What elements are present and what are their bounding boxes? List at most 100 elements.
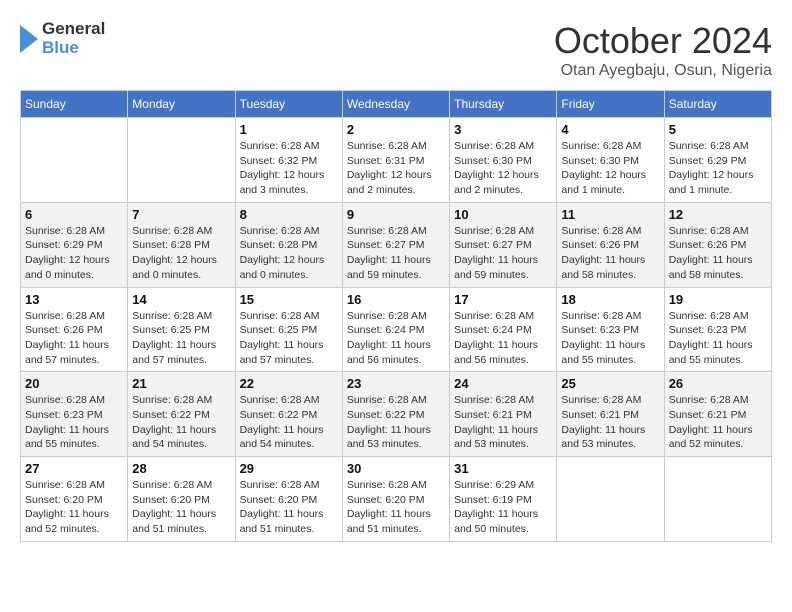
location-subtitle: Otan Ayegbaju, Osun, Nigeria (554, 62, 772, 80)
day-info: Sunrise: 6:28 AM Sunset: 6:26 PM Dayligh… (561, 224, 659, 283)
title-block: October 2024 Otan Ayegbaju, Osun, Nigeri… (554, 20, 772, 80)
day-number: 11 (561, 207, 659, 222)
day-number: 1 (240, 122, 338, 137)
calendar-cell: 31 Sunrise: 6:29 AM Sunset: 6:19 PM Dayli… (450, 457, 557, 542)
day-info: Sunrise: 6:28 AM Sunset: 6:29 PM Dayligh… (25, 224, 123, 283)
calendar-week-row: 20 Sunrise: 6:28 AM Sunset: 6:23 PM Dayli… (21, 372, 772, 457)
calendar-cell: 4 Sunrise: 6:28 AM Sunset: 6:30 PM Daylig… (557, 118, 664, 203)
day-number: 24 (454, 376, 552, 391)
day-number: 5 (669, 122, 767, 137)
calendar-cell: 13Sunrise: 6:28 AM Sunset: 6:26 PM Dayli… (21, 287, 128, 372)
calendar-cell: 14 Sunrise: 6:28 AM Sunset: 6:25 PM Dayli… (128, 287, 235, 372)
calendar-cell: 12 Sunrise: 6:28 AM Sunset: 6:26 PM Dayli… (664, 202, 771, 287)
day-info: Sunrise: 6:28 AM Sunset: 6:26 PM Dayligh… (669, 224, 767, 283)
day-info: Sunrise: 6:28 AM Sunset: 6:23 PM Dayligh… (561, 309, 659, 368)
calendar-week-row: 1 Sunrise: 6:28 AM Sunset: 6:32 PM Daylig… (21, 118, 772, 203)
day-number: 31 (454, 461, 552, 476)
logo-blue: Blue (42, 39, 105, 58)
day-number: 12 (669, 207, 767, 222)
calendar-cell: 18Sunrise: 6:28 AM Sunset: 6:23 PM Dayli… (557, 287, 664, 372)
day-number: 16 (347, 292, 445, 307)
day-info: Sunrise: 6:28 AM Sunset: 6:24 PM Dayligh… (347, 309, 445, 368)
calendar-cell: 2 Sunrise: 6:28 AM Sunset: 6:31 PM Daylig… (342, 118, 449, 203)
calendar-cell: 23Sunrise: 6:28 AM Sunset: 6:22 PM Dayli… (342, 372, 449, 457)
calendar-week-row: 27 Sunrise: 6:28 AM Sunset: 6:20 PM Dayli… (21, 457, 772, 542)
day-number: 30 (347, 461, 445, 476)
day-info: Sunrise: 6:28 AM Sunset: 6:25 PM Dayligh… (240, 309, 338, 368)
logo: General Blue (20, 20, 105, 57)
calendar-cell: 29Sunrise: 6:28 AM Sunset: 6:20 PM Dayli… (235, 457, 342, 542)
day-number: 19 (669, 292, 767, 307)
calendar-cell: 17 Sunrise: 6:28 AM Sunset: 6:24 PM Dayli… (450, 287, 557, 372)
calendar-cell: 21 Sunrise: 6:28 AM Sunset: 6:22 PM Dayli… (128, 372, 235, 457)
day-info: Sunrise: 6:28 AM Sunset: 6:26 PM Dayligh… (25, 309, 123, 368)
day-info: Sunrise: 6:28 AM Sunset: 6:22 PM Dayligh… (240, 393, 338, 452)
day-info: Sunrise: 6:29 AM Sunset: 6:19 PM Dayligh… (454, 478, 552, 537)
day-number: 15 (240, 292, 338, 307)
calendar-cell: 27 Sunrise: 6:28 AM Sunset: 6:20 PM Dayli… (21, 457, 128, 542)
day-number: 21 (132, 376, 230, 391)
calendar-cell: 9 Sunrise: 6:28 AM Sunset: 6:27 PM Daylig… (342, 202, 449, 287)
day-info: Sunrise: 6:28 AM Sunset: 6:24 PM Dayligh… (454, 309, 552, 368)
calendar-cell: 5 Sunrise: 6:28 AM Sunset: 6:29 PM Daylig… (664, 118, 771, 203)
calendar-cell (664, 457, 771, 542)
calendar-cell (128, 118, 235, 203)
calendar-cell: 7 Sunrise: 6:28 AM Sunset: 6:28 PM Daylig… (128, 202, 235, 287)
calendar-cell: 1 Sunrise: 6:28 AM Sunset: 6:32 PM Daylig… (235, 118, 342, 203)
day-number: 2 (347, 122, 445, 137)
day-info: Sunrise: 6:28 AM Sunset: 6:28 PM Dayligh… (132, 224, 230, 283)
day-number: 20 (25, 376, 123, 391)
calendar-cell (557, 457, 664, 542)
calendar-cell: 24Sunrise: 6:28 AM Sunset: 6:21 PM Dayli… (450, 372, 557, 457)
day-number: 3 (454, 122, 552, 137)
page-header: General Blue October 2024 Otan Ayegbaju,… (20, 20, 772, 80)
calendar-header-row: SundayMondayTuesdayWednesdayThursdayFrid… (21, 91, 772, 118)
calendar-cell (21, 118, 128, 203)
day-number: 9 (347, 207, 445, 222)
calendar-cell: 28Sunrise: 6:28 AM Sunset: 6:20 PM Dayli… (128, 457, 235, 542)
day-number: 4 (561, 122, 659, 137)
weekday-header-thursday: Thursday (450, 91, 557, 118)
day-number: 7 (132, 207, 230, 222)
calendar-cell: 25Sunrise: 6:28 AM Sunset: 6:21 PM Dayli… (557, 372, 664, 457)
calendar-cell: 26 Sunrise: 6:28 AM Sunset: 6:21 PM Dayli… (664, 372, 771, 457)
day-info: Sunrise: 6:28 AM Sunset: 6:21 PM Dayligh… (669, 393, 767, 452)
day-info: Sunrise: 6:28 AM Sunset: 6:27 PM Dayligh… (454, 224, 552, 283)
calendar-week-row: 6Sunrise: 6:28 AM Sunset: 6:29 PM Daylig… (21, 202, 772, 287)
day-info: Sunrise: 6:28 AM Sunset: 6:31 PM Dayligh… (347, 139, 445, 198)
day-info: Sunrise: 6:28 AM Sunset: 6:29 PM Dayligh… (669, 139, 767, 198)
logo-container: General Blue (20, 20, 105, 57)
calendar-cell: 10 Sunrise: 6:28 AM Sunset: 6:27 PM Dayli… (450, 202, 557, 287)
day-number: 10 (454, 207, 552, 222)
day-info: Sunrise: 6:28 AM Sunset: 6:20 PM Dayligh… (132, 478, 230, 537)
weekday-header-tuesday: Tuesday (235, 91, 342, 118)
calendar-week-row: 13Sunrise: 6:28 AM Sunset: 6:26 PM Dayli… (21, 287, 772, 372)
month-title: October 2024 (554, 20, 772, 62)
weekday-header-sunday: Sunday (21, 91, 128, 118)
day-number: 26 (669, 376, 767, 391)
day-info: Sunrise: 6:28 AM Sunset: 6:27 PM Dayligh… (347, 224, 445, 283)
calendar-body: 1 Sunrise: 6:28 AM Sunset: 6:32 PM Daylig… (21, 118, 772, 542)
day-info: Sunrise: 6:28 AM Sunset: 6:28 PM Dayligh… (240, 224, 338, 283)
calendar-cell: 8Sunrise: 6:28 AM Sunset: 6:28 PM Daylig… (235, 202, 342, 287)
logo-triangle-icon (20, 21, 40, 57)
calendar-cell: 11 Sunrise: 6:28 AM Sunset: 6:26 PM Dayli… (557, 202, 664, 287)
day-info: Sunrise: 6:28 AM Sunset: 6:22 PM Dayligh… (347, 393, 445, 452)
day-info: Sunrise: 6:28 AM Sunset: 6:32 PM Dayligh… (240, 139, 338, 198)
day-number: 14 (132, 292, 230, 307)
day-number: 25 (561, 376, 659, 391)
day-info: Sunrise: 6:28 AM Sunset: 6:23 PM Dayligh… (25, 393, 123, 452)
weekday-header-friday: Friday (557, 91, 664, 118)
day-info: Sunrise: 6:28 AM Sunset: 6:20 PM Dayligh… (347, 478, 445, 537)
day-number: 22 (240, 376, 338, 391)
calendar-table: SundayMondayTuesdayWednesdayThursdayFrid… (20, 90, 772, 542)
calendar-cell: 22 Sunrise: 6:28 AM Sunset: 6:22 PM Dayli… (235, 372, 342, 457)
day-number: 27 (25, 461, 123, 476)
day-info: Sunrise: 6:28 AM Sunset: 6:30 PM Dayligh… (454, 139, 552, 198)
day-number: 17 (454, 292, 552, 307)
day-info: Sunrise: 6:28 AM Sunset: 6:22 PM Dayligh… (132, 393, 230, 452)
day-info: Sunrise: 6:28 AM Sunset: 6:25 PM Dayligh… (132, 309, 230, 368)
day-info: Sunrise: 6:28 AM Sunset: 6:23 PM Dayligh… (669, 309, 767, 368)
day-info: Sunrise: 6:28 AM Sunset: 6:30 PM Dayligh… (561, 139, 659, 198)
day-info: Sunrise: 6:28 AM Sunset: 6:20 PM Dayligh… (25, 478, 123, 537)
